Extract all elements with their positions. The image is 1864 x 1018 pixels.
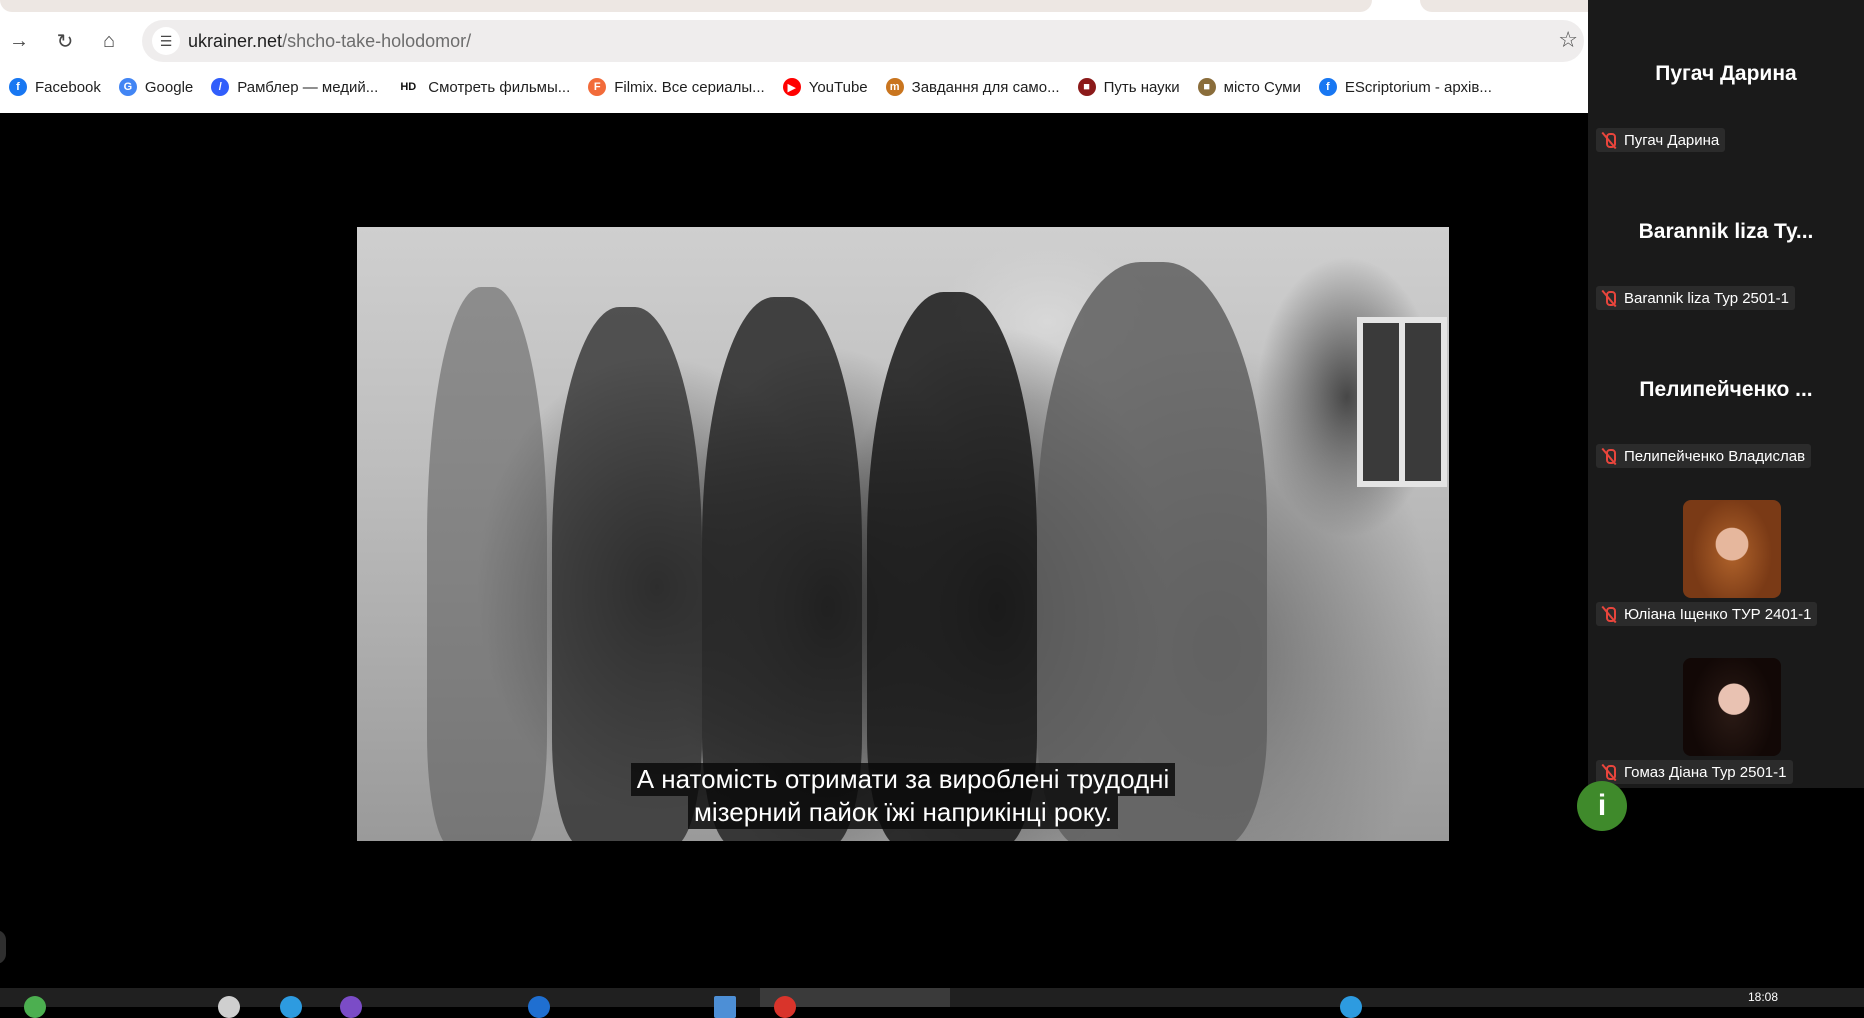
bookmark-label: YouTube [808, 78, 868, 96]
bookmark-label: EScriptorium - архів... [1344, 78, 1492, 96]
bookmark-label: місто Суми [1223, 78, 1301, 96]
info-button[interactable]: i [1577, 781, 1627, 831]
reload-button[interactable]: ↻ [50, 26, 80, 56]
taskbar-start-icon[interactable] [24, 996, 46, 1018]
bookmark-label: Facebook [35, 78, 101, 96]
bookmark-label: Filmix. Все сериалы... [614, 78, 765, 96]
info-icon: i [1597, 789, 1607, 822]
participant-label-text: Пелипейченко Владислав [1624, 447, 1806, 465]
subtitle-line-2: мізерний пайок їжі наприкінці року. [687, 796, 1119, 829]
url-host: ukrainer.net [188, 31, 283, 51]
url-text[interactable]: ukrainer.net/shcho-take-holodomor/ [188, 31, 471, 52]
bookmark-item[interactable]: / Рамблер — медий... [202, 72, 387, 102]
participant-label-text: Пугач Дарина [1624, 131, 1720, 149]
participant-label-text: Гомаз Діана Тур 2501-1 [1624, 763, 1787, 781]
mic-muted-icon [1600, 289, 1618, 307]
video-subtitles: А натомість отримати за вироблені трудод… [357, 763, 1449, 829]
site-info-button[interactable]: ☰ [152, 27, 180, 55]
mic-muted-icon [1600, 447, 1618, 465]
bookmark-item[interactable]: F Filmix. Все сериалы... [579, 72, 773, 102]
participant-display-name: Пугач Дарина [1655, 62, 1797, 85]
browser-window: → ↻ ⌂ ☰ ukrainer.net/shcho-take-holodomo… [0, 0, 1588, 113]
sumy-icon: ■ [1197, 78, 1216, 96]
bookmark-label: Завдання для само... [911, 78, 1060, 96]
bookmarks-bar: f Facebook G Google / Рамблер — медий... HD Смо… [0, 72, 1588, 102]
taskbar-viber-icon[interactable] [340, 996, 362, 1018]
tune-icon: ☰ [159, 32, 173, 49]
hd-icon: HD [400, 81, 417, 93]
taskbar-tray-icon[interactable] [1340, 996, 1362, 1018]
participant-name-label: Пелипейченко Владислав [1596, 444, 1812, 468]
taskbar-telegram-icon[interactable] [280, 996, 302, 1018]
tasks-icon: m [885, 78, 904, 96]
taskbar-clock[interactable]: 18:08 [1748, 990, 1778, 1004]
bookmark-item[interactable]: ▶ YouTube [774, 72, 877, 102]
reload-icon: ↻ [56, 30, 74, 53]
tab-strip [0, 0, 1588, 12]
tab-strip-new-area[interactable] [1420, 0, 1588, 12]
bookmark-item[interactable]: f Facebook [0, 72, 110, 102]
video-figure-3 [702, 297, 862, 841]
video-figure-4 [867, 292, 1037, 841]
video-player[interactable]: А натомість отримати за вироблені трудод… [357, 227, 1449, 841]
video-window-shape [1357, 317, 1447, 487]
participant-display-name: Пелипейченко ... [1639, 378, 1813, 401]
participant-tile[interactable]: Гомаз Діана Тур 2501-1 [1588, 632, 1864, 790]
bookmark-item[interactable]: G Google [110, 72, 202, 102]
taskbar: 18:08 [0, 988, 1864, 1018]
participant-tile[interactable]: Пелипейченко ... Пелипейченко Владислав [1588, 316, 1864, 474]
video-figure-1 [427, 287, 547, 841]
participant-display-name: Barannik liza Ту... [1638, 220, 1814, 243]
url-path: /shcho-take-holodomor/ [282, 31, 472, 51]
bookmark-item[interactable]: f EScriptorium - архів... [1310, 72, 1501, 102]
participant-video [1683, 658, 1781, 756]
participant-video [1683, 500, 1781, 598]
bookmark-label: Рамблер — медий... [237, 78, 379, 96]
participant-name-label: Barannik liza Тур 2501-1 [1596, 286, 1795, 310]
bookmark-item[interactable]: ■ Путь науки [1069, 72, 1189, 102]
taskbar-app-icon[interactable] [528, 996, 550, 1018]
forward-button[interactable]: → [4, 26, 34, 56]
participant-tile[interactable]: Юліана Іщенко ТУР 2401-1 [1588, 474, 1864, 632]
rambler-icon: / [211, 78, 230, 96]
video-figure-5 [1037, 262, 1267, 841]
tab-strip-active-area[interactable] [0, 0, 1372, 12]
meeting-participants-panel: Пугач Дарина Пугач Дарина Barannik liza Ту… [1588, 0, 1864, 788]
taskbar-chrome-icon[interactable] [774, 996, 796, 1018]
bookmark-item[interactable]: HD Смотреть фильмы... [387, 72, 579, 102]
arrow-right-icon: → [9, 29, 29, 52]
participant-name-label: Юліана Іщенко ТУР 2401-1 [1596, 602, 1818, 626]
participant-tile[interactable]: Barannik liza Ту... Barannik liza Тур 250… [1588, 158, 1864, 316]
participant-label-text: Barannik liza Тур 2501-1 [1624, 289, 1789, 307]
home-button[interactable]: ⌂ [94, 26, 124, 56]
video-figure-2 [552, 307, 702, 841]
bookmark-label: Путь науки [1103, 78, 1180, 96]
facebook-icon: f [9, 78, 27, 96]
home-icon: ⌂ [102, 29, 116, 52]
taskbar-files-icon[interactable] [714, 996, 736, 1018]
google-icon: G [118, 78, 137, 96]
book-icon: ■ [1077, 78, 1096, 96]
participant-tile[interactable]: Пугач Дарина Пугач Дарина [1588, 0, 1864, 158]
taskbar-search-icon[interactable] [218, 996, 240, 1018]
bookmark-star-icon[interactable]: ☆ [1558, 27, 1578, 53]
filmix-icon: F [588, 78, 607, 96]
participant-label-text: Юліана Іщенко ТУР 2401-1 [1624, 605, 1812, 623]
mic-muted-icon [1600, 763, 1618, 781]
escriptorium-icon: f [1318, 78, 1337, 96]
bookmark-label: Google [144, 78, 194, 96]
participant-name-label: Пугач Дарина [1596, 128, 1726, 152]
bookmark-item[interactable]: m Завдання для само... [877, 72, 1069, 102]
navigation-bar: → ↻ ⌂ ☰ ukrainer.net/shcho-take-holodomo… [0, 18, 1588, 64]
participant-name-label: Гомаз Діана Тур 2501-1 [1596, 760, 1793, 784]
subtitle-line-1: А натомість отримати за вироблені трудод… [630, 763, 1176, 796]
mic-muted-icon [1600, 131, 1618, 149]
mic-muted-icon [1600, 605, 1618, 623]
address-bar[interactable]: ☰ ukrainer.net/shcho-take-holodomor/ ☆ [142, 20, 1584, 62]
bookmark-item[interactable]: ■ місто Суми [1189, 72, 1310, 102]
youtube-icon: ▶ [782, 78, 801, 96]
bookmark-label: Смотреть фильмы... [428, 78, 571, 96]
